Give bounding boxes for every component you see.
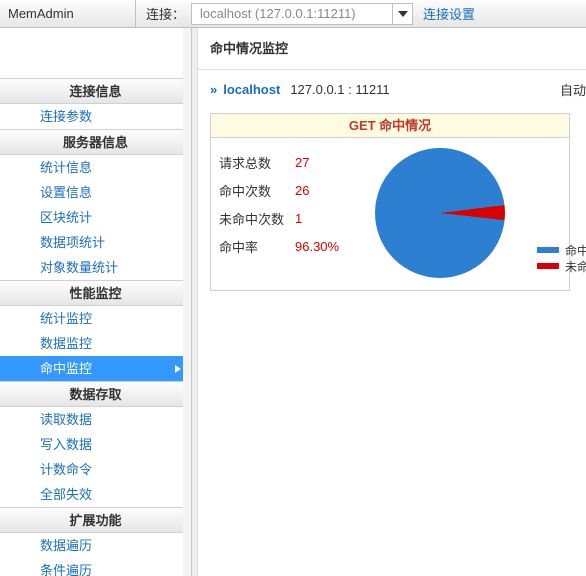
sidebar-item[interactable]: 全部失效	[0, 482, 191, 507]
rate-label: 命中率	[219, 237, 295, 256]
sidebar-group-header: 扩展功能	[0, 507, 191, 533]
sidebar-item[interactable]: 计数命令	[0, 457, 191, 482]
page-title: 命中情况监控	[198, 28, 586, 69]
sidebar-item[interactable]: 连接参数	[0, 104, 191, 129]
crumb-host[interactable]: localhost	[223, 82, 280, 97]
get-hit-panel: GET 命中情况 请求总数 27 命中次数 26 未命中次数 1	[210, 113, 570, 291]
sidebar-item[interactable]: 数据遍历	[0, 533, 191, 558]
stats-table: 请求总数 27 命中次数 26 未命中次数 1 命中率 96.30%	[219, 148, 369, 278]
app-title: MemAdmin	[0, 0, 136, 27]
connect-label: 连接：	[136, 4, 191, 23]
auto-refresh-label: 自动	[560, 80, 586, 99]
table-row: 未命中次数 1	[219, 204, 369, 232]
sidebar-group-header: 数据存取	[0, 381, 191, 407]
legend-swatch-miss	[537, 263, 559, 269]
connection-value: localhost (127.0.0.1:11211)	[192, 6, 392, 21]
sidebar-item[interactable]: 对象数量统计	[0, 255, 191, 280]
panel-title: GET 命中情况	[211, 114, 569, 138]
sidebar-group-header: 性能监控	[0, 280, 191, 306]
hit-value: 26	[295, 183, 309, 198]
table-row: 命中次数 26	[219, 176, 369, 204]
chevron-right-icon: »	[210, 82, 215, 97]
sidebar-item[interactable]: 条件遍历	[0, 558, 191, 576]
sidebar-group-header: 连接信息	[0, 78, 191, 104]
miss-value: 1	[295, 211, 302, 226]
sidebar-item[interactable]: 写入数据	[0, 432, 191, 457]
rate-value: 96.30%	[295, 239, 339, 254]
sidebar: 连接信息连接参数服务器信息统计信息设置信息区块统计数据项统计对象数量统计性能监控…	[0, 28, 192, 576]
pie-chart: 命中 未命中	[369, 148, 561, 278]
legend-item: 命中	[537, 242, 586, 258]
sidebar-item[interactable]: 数据监控	[0, 331, 191, 356]
breadcrumb: » localhost 127.0.0.1 : 11211 自动	[198, 80, 586, 99]
sidebar-item[interactable]: 命中监控	[0, 356, 191, 381]
sidebar-item[interactable]: 统计信息	[0, 155, 191, 180]
table-row: 请求总数 27	[219, 148, 369, 176]
sidebar-item[interactable]: 读取数据	[0, 407, 191, 432]
connection-select[interactable]: localhost (127.0.0.1:11211)	[191, 3, 413, 25]
main: 命中情况监控 » localhost 127.0.0.1 : 11211 自动 …	[198, 28, 586, 576]
legend-miss-label: 未命中	[565, 258, 586, 275]
sidebar-item[interactable]: 设置信息	[0, 180, 191, 205]
crumb-ip: 127.0.0.1 : 11211	[290, 82, 389, 97]
sidebar-item[interactable]: 数据项统计	[0, 230, 191, 255]
req-value: 27	[295, 155, 309, 170]
legend-item: 未命中	[537, 258, 586, 274]
legend-swatch-hit	[537, 247, 559, 253]
pie-graphic	[375, 148, 505, 278]
connection-settings-link[interactable]: 连接设置	[423, 4, 475, 23]
sidebar-item[interactable]: 统计监控	[0, 306, 191, 331]
miss-label: 未命中次数	[219, 209, 295, 228]
chevron-down-icon[interactable]	[392, 4, 412, 24]
table-row: 命中率 96.30%	[219, 232, 369, 260]
topbar: MemAdmin 连接： localhost (127.0.0.1:11211)…	[0, 0, 586, 28]
hit-label: 命中次数	[219, 181, 295, 200]
req-label: 请求总数	[219, 153, 295, 172]
sidebar-scrollbar[interactable]	[183, 28, 191, 576]
sidebar-item[interactable]: 区块统计	[0, 205, 191, 230]
divider	[198, 69, 586, 70]
legend-hit-label: 命中	[565, 242, 586, 259]
sidebar-group-header: 服务器信息	[0, 129, 191, 155]
legend: 命中 未命中	[537, 242, 586, 274]
